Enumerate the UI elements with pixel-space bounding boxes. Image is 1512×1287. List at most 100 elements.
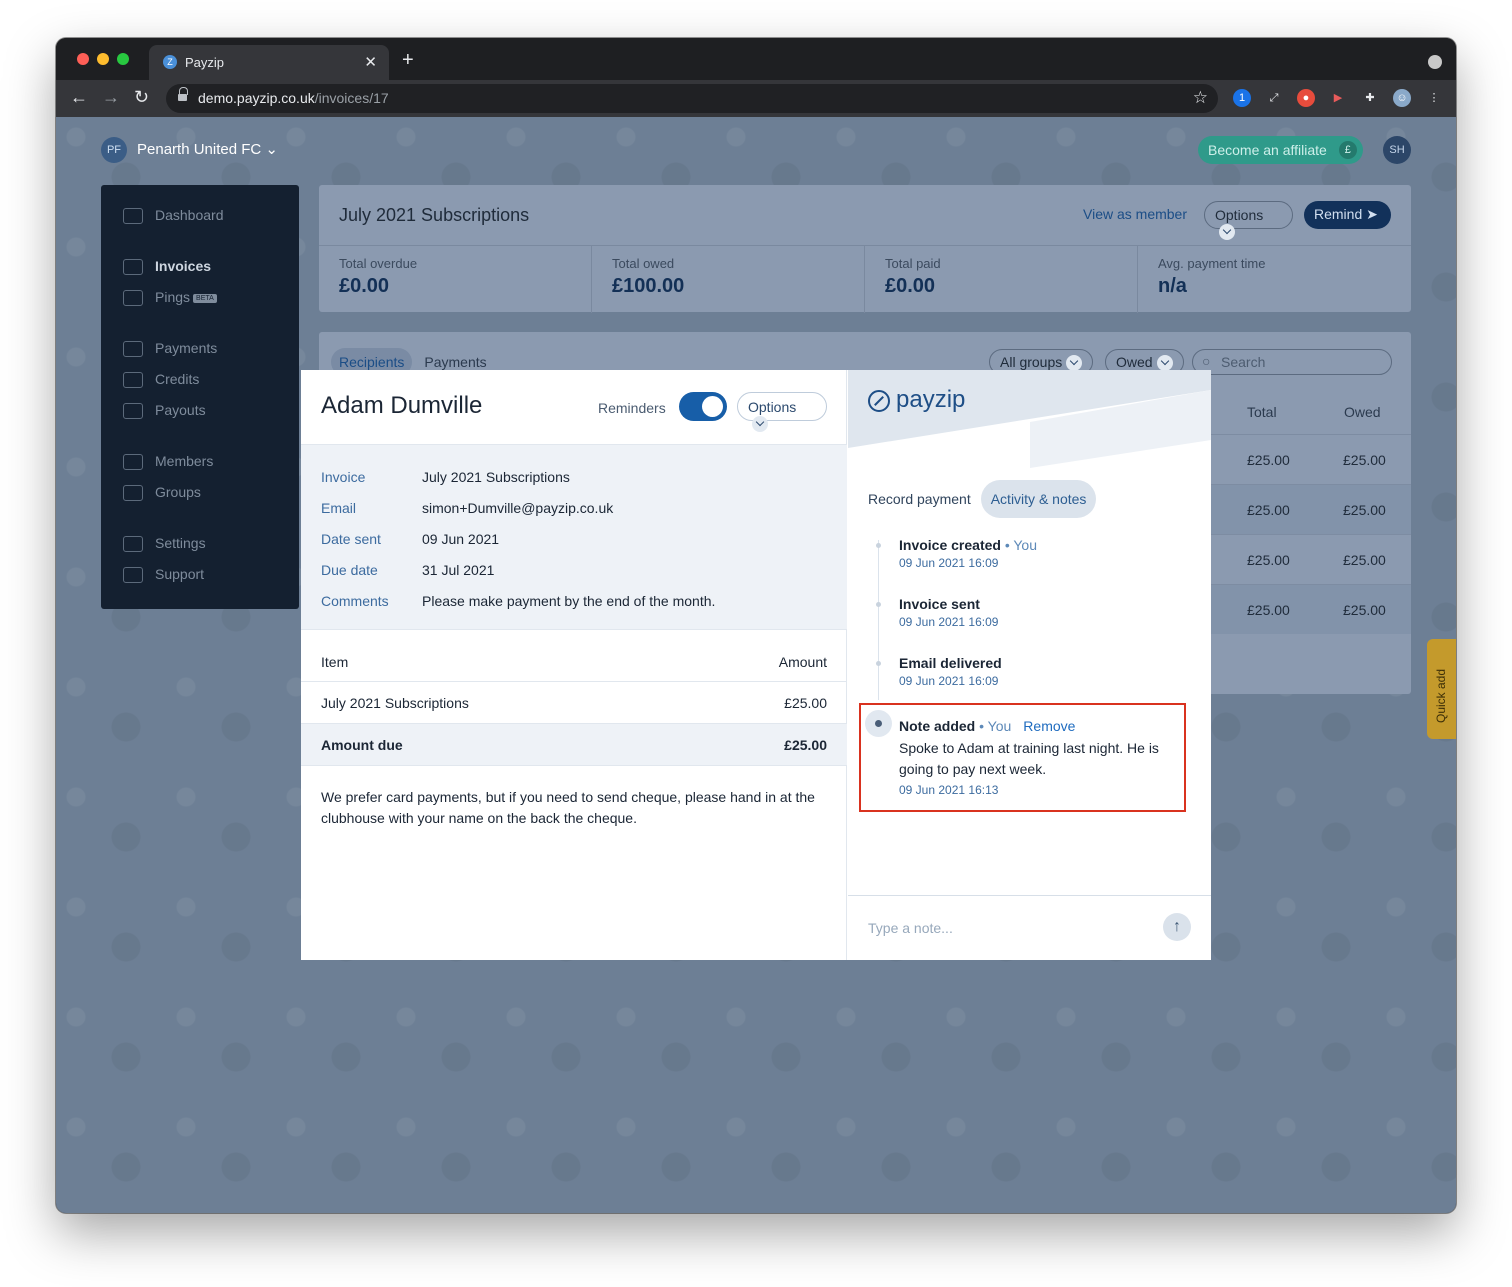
browser-tab[interactable]: Z Payzip ✕ — [149, 45, 389, 80]
group-icon — [123, 485, 143, 502]
note-dot-icon — [865, 710, 892, 737]
toggle-knob — [702, 396, 723, 417]
broadcast-icon — [123, 290, 143, 307]
browser-menu-icon[interactable]: ⋮ — [1425, 89, 1443, 107]
tab-search-icon[interactable] — [1428, 55, 1442, 69]
reload-icon[interactable]: ↻ — [134, 87, 149, 108]
chevron-down-icon — [752, 416, 768, 433]
note-item: Note added • You Remove Spoke to Adam at … — [899, 718, 1179, 797]
detail-key: Due date — [321, 562, 378, 578]
detail-comments: Comments Please make payment by the end o… — [321, 593, 715, 609]
sidebar-item-support[interactable]: Support — [123, 566, 205, 584]
item-name: July 2021 Subscriptions — [321, 695, 469, 711]
stat-value: n/a — [1158, 275, 1187, 297]
activity-timestamp: 09 Jun 2021 16:09 — [899, 556, 999, 570]
chevron-down-icon — [1156, 355, 1173, 372]
stat-label: Total paid — [885, 256, 941, 271]
pokeball-extension-icon[interactable]: ● — [1297, 89, 1315, 107]
close-tab-icon[interactable]: ✕ — [364, 53, 377, 71]
column-header-owed[interactable]: Owed — [1344, 404, 1381, 420]
sidebar-item-payments[interactable]: Payments — [123, 340, 218, 358]
items-header: Item Amount — [301, 641, 847, 682]
activity-panel: payzip Record payment Activity & notes In… — [848, 370, 1211, 960]
org-switcher[interactable]: PF Penarth United FC ⌄ — [101, 137, 278, 163]
password-manager-icon[interactable]: 1 — [1233, 89, 1251, 107]
sidebar-item-payouts[interactable]: Payouts — [123, 402, 206, 420]
close-window-button[interactable] — [77, 53, 89, 65]
bookmark-star-icon[interactable]: ☆ — [1193, 88, 1208, 108]
chevron-down-icon — [1066, 355, 1083, 372]
invoice-stats: Total overdue £0.00 Total owed £100.00 Tot… — [319, 245, 1411, 313]
amount-due-label: Amount due — [321, 737, 403, 753]
lock-icon — [178, 87, 188, 102]
tab-record-payment[interactable]: Record payment — [868, 480, 981, 518]
payzip-logo-text: payzip — [896, 386, 966, 413]
org-name: Penarth United FC — [137, 140, 262, 158]
search-placeholder: Search — [1221, 354, 1266, 370]
activity-item: Invoice created • You 09 Jun 2021 16:09 — [899, 537, 1037, 570]
tab-activity-notes[interactable]: Activity & notes — [980, 480, 1097, 518]
column-header-total[interactable]: Total — [1247, 404, 1277, 420]
user-icon — [123, 454, 143, 471]
sidebar-item-settings[interactable]: Settings — [123, 535, 206, 553]
stat-total-overdue: Total overdue £0.00 — [319, 246, 592, 313]
invoice-footnote: We prefer card payments, but if you need… — [321, 789, 815, 826]
reminders-toggle[interactable] — [679, 392, 727, 421]
amount-column-header: Amount — [778, 654, 827, 670]
recipients-search-input[interactable]: ○ Search — [1192, 349, 1392, 375]
invoice-title: July 2021 Subscriptions — [339, 205, 530, 225]
detail-value: 31 Jul 2021 — [422, 562, 495, 578]
cell-owed: £25.00 — [1343, 602, 1386, 618]
send-plane-icon: ➤ — [1366, 206, 1378, 222]
remove-note-link[interactable]: Remove — [1023, 718, 1075, 734]
back-icon[interactable]: ← — [70, 87, 88, 108]
recipient-options-button[interactable]: Options — [737, 392, 827, 433]
activity-timestamp: 09 Jun 2021 16:09 — [899, 615, 999, 629]
cell-total: £25.00 — [1247, 502, 1290, 518]
become-affiliate-button[interactable]: Become an affiliate £ — [1198, 136, 1363, 164]
forward-icon[interactable]: → — [102, 87, 120, 108]
new-tab-icon[interactable]: + — [402, 49, 414, 72]
maximize-window-button[interactable] — [117, 53, 129, 65]
extensions-puzzle-icon[interactable]: ✚ — [1361, 89, 1379, 107]
activity-title: Invoice created • You — [899, 537, 1037, 553]
detail-value: Please make payment by the end of the mo… — [422, 593, 716, 609]
sidebar-item-members[interactable]: Members — [123, 453, 213, 471]
send-note-icon[interactable]: ↑ — [1163, 913, 1191, 941]
sidebar-item-label: Invoices — [155, 258, 212, 274]
address-bar[interactable]: demo.payzip.co.uk/invoices/17 ☆ — [166, 84, 1218, 113]
note-input[interactable]: Type a note... — [868, 920, 953, 936]
payzip-logo: payzip — [868, 386, 965, 414]
expand-icon[interactable]: ⤢ — [1265, 89, 1283, 107]
sidebar-item-label: Pings — [155, 289, 191, 305]
sidebar-item-dashboard[interactable]: Dashboard — [123, 207, 224, 225]
org-badge: PF — [101, 137, 127, 163]
sidebar-item-label: Settings — [155, 535, 206, 551]
detail-value: simon+Dumville@payzip.co.uk — [422, 500, 614, 516]
sidebar-item-credits[interactable]: Credits — [123, 371, 199, 389]
profile-avatar-icon[interactable]: ☺ — [1393, 89, 1411, 107]
activity-tabs: Record payment Activity & notes — [868, 480, 1097, 518]
sidebar-item-pings[interactable]: Pings BETA — [123, 289, 217, 307]
tab-title: Payzip — [185, 55, 225, 70]
coins-icon — [123, 403, 143, 420]
view-as-member-link[interactable]: View as member — [1083, 206, 1187, 222]
quick-add-tab[interactable]: Quick add — [1427, 639, 1456, 739]
remind-button[interactable]: Remind ➤ — [1304, 201, 1391, 229]
invoice-details: Invoice July 2021 Subscriptions Email simo… — [301, 444, 847, 630]
detail-invoice: Invoice July 2021 Subscriptions — [321, 469, 570, 485]
cell-total: £25.00 — [1247, 452, 1290, 468]
user-avatar[interactable]: SH — [1383, 136, 1411, 164]
invoice-options-button[interactable]: Options — [1204, 201, 1293, 241]
sidebar-item-label: Support — [155, 566, 205, 582]
item-row: July 2021 Subscriptions £25.00 — [301, 682, 847, 724]
timeline-dot — [876, 661, 881, 666]
sidebar-item-label: Payments — [155, 340, 218, 356]
sidebar-item-invoices[interactable]: Invoices — [123, 258, 212, 276]
invoice-header-card: July 2021 Subscriptions View as member O… — [319, 185, 1411, 313]
browser-toolbar: ← → ↻ demo.payzip.co.uk/invoices/17 ☆ 1 … — [56, 80, 1456, 117]
record-extension-icon[interactable]: ▶ — [1329, 89, 1347, 107]
sidebar-item-groups[interactable]: Groups — [123, 484, 201, 502]
minimize-window-button[interactable] — [97, 53, 109, 65]
activity-timestamp: 09 Jun 2021 16:09 — [899, 674, 999, 688]
